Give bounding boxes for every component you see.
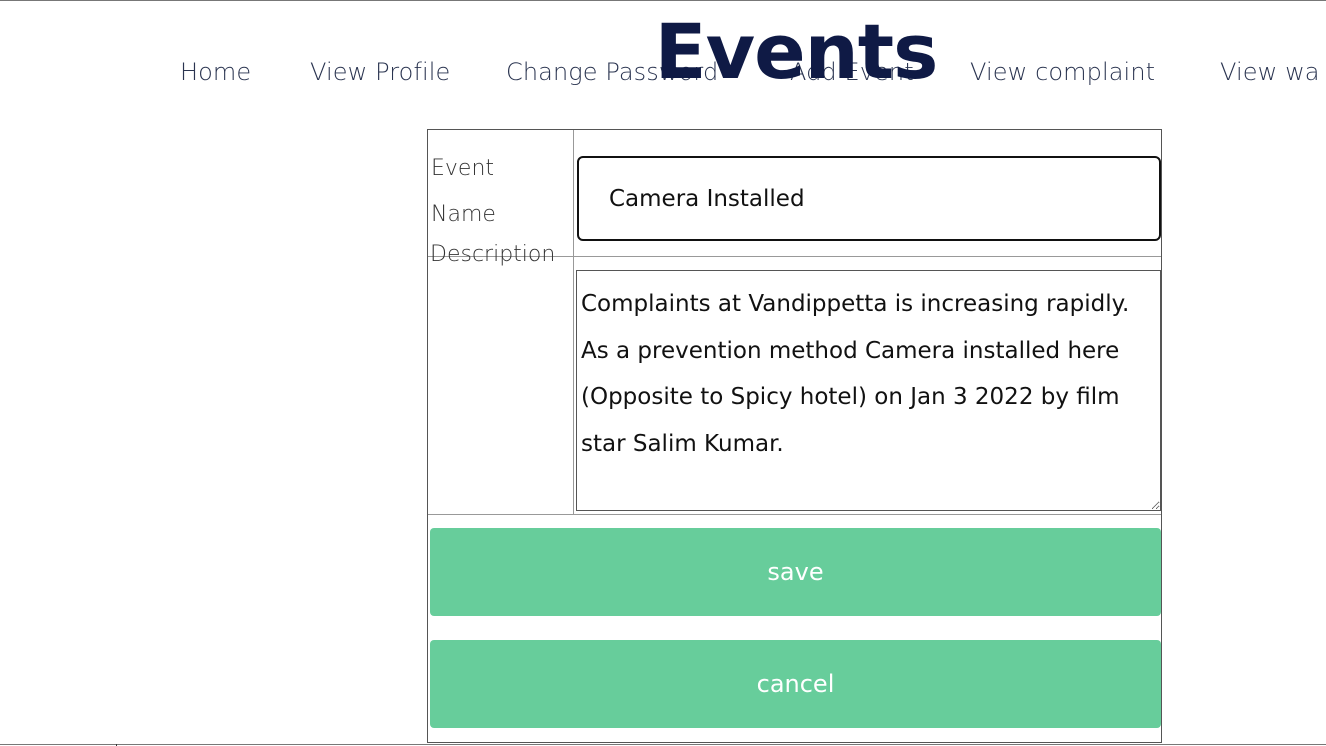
description-label: Description — [430, 242, 556, 267]
row-divider — [428, 514, 1161, 515]
page-title: Events — [654, 7, 939, 96]
description-textarea[interactable]: Complaints at Vandippetta is increasing … — [576, 270, 1161, 511]
event-form: Event Name Description Complaints at Van… — [427, 129, 1162, 743]
event-name-input[interactable] — [577, 156, 1161, 241]
cancel-button[interactable]: cancel — [430, 640, 1161, 728]
description-label-cell: Description — [428, 242, 574, 514]
event-name-label: Event Name — [431, 156, 496, 227]
top-divider — [0, 0, 1326, 1]
save-button[interactable]: save — [430, 528, 1161, 616]
bottom-divider — [0, 744, 1326, 745]
